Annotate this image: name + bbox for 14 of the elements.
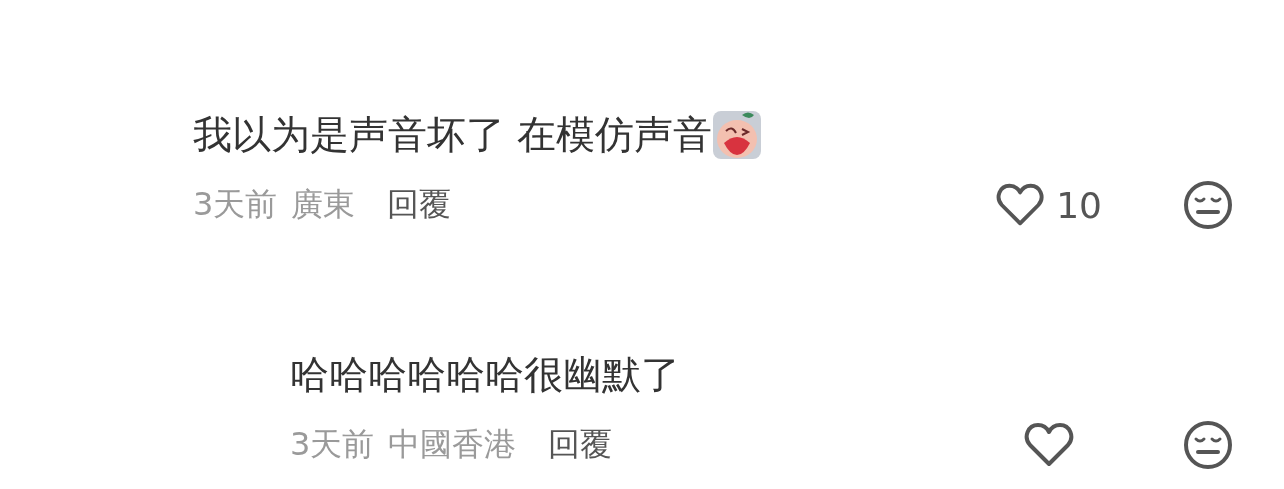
comment-text: 哈哈哈哈哈哈很幽默了 xyxy=(290,351,680,399)
heart-icon[interactable] xyxy=(1024,422,1074,468)
sticker-icon xyxy=(712,109,763,161)
face-icon[interactable] xyxy=(1183,180,1233,230)
heart-icon[interactable] xyxy=(996,182,1045,228)
comment-time: 3天前 xyxy=(193,184,278,225)
like-count: 10 xyxy=(1056,184,1102,226)
comment-time: 3天前 xyxy=(290,424,375,465)
comment-location: 廣東 xyxy=(291,184,356,225)
comment-location: 中國香港 xyxy=(388,424,517,465)
reply-link[interactable]: 回覆 xyxy=(548,423,613,467)
comment-text: 我以为是声音坏了 在模仿声音 xyxy=(193,111,713,159)
reply-link[interactable]: 回覆 xyxy=(387,183,452,227)
face-icon[interactable] xyxy=(1183,420,1233,470)
